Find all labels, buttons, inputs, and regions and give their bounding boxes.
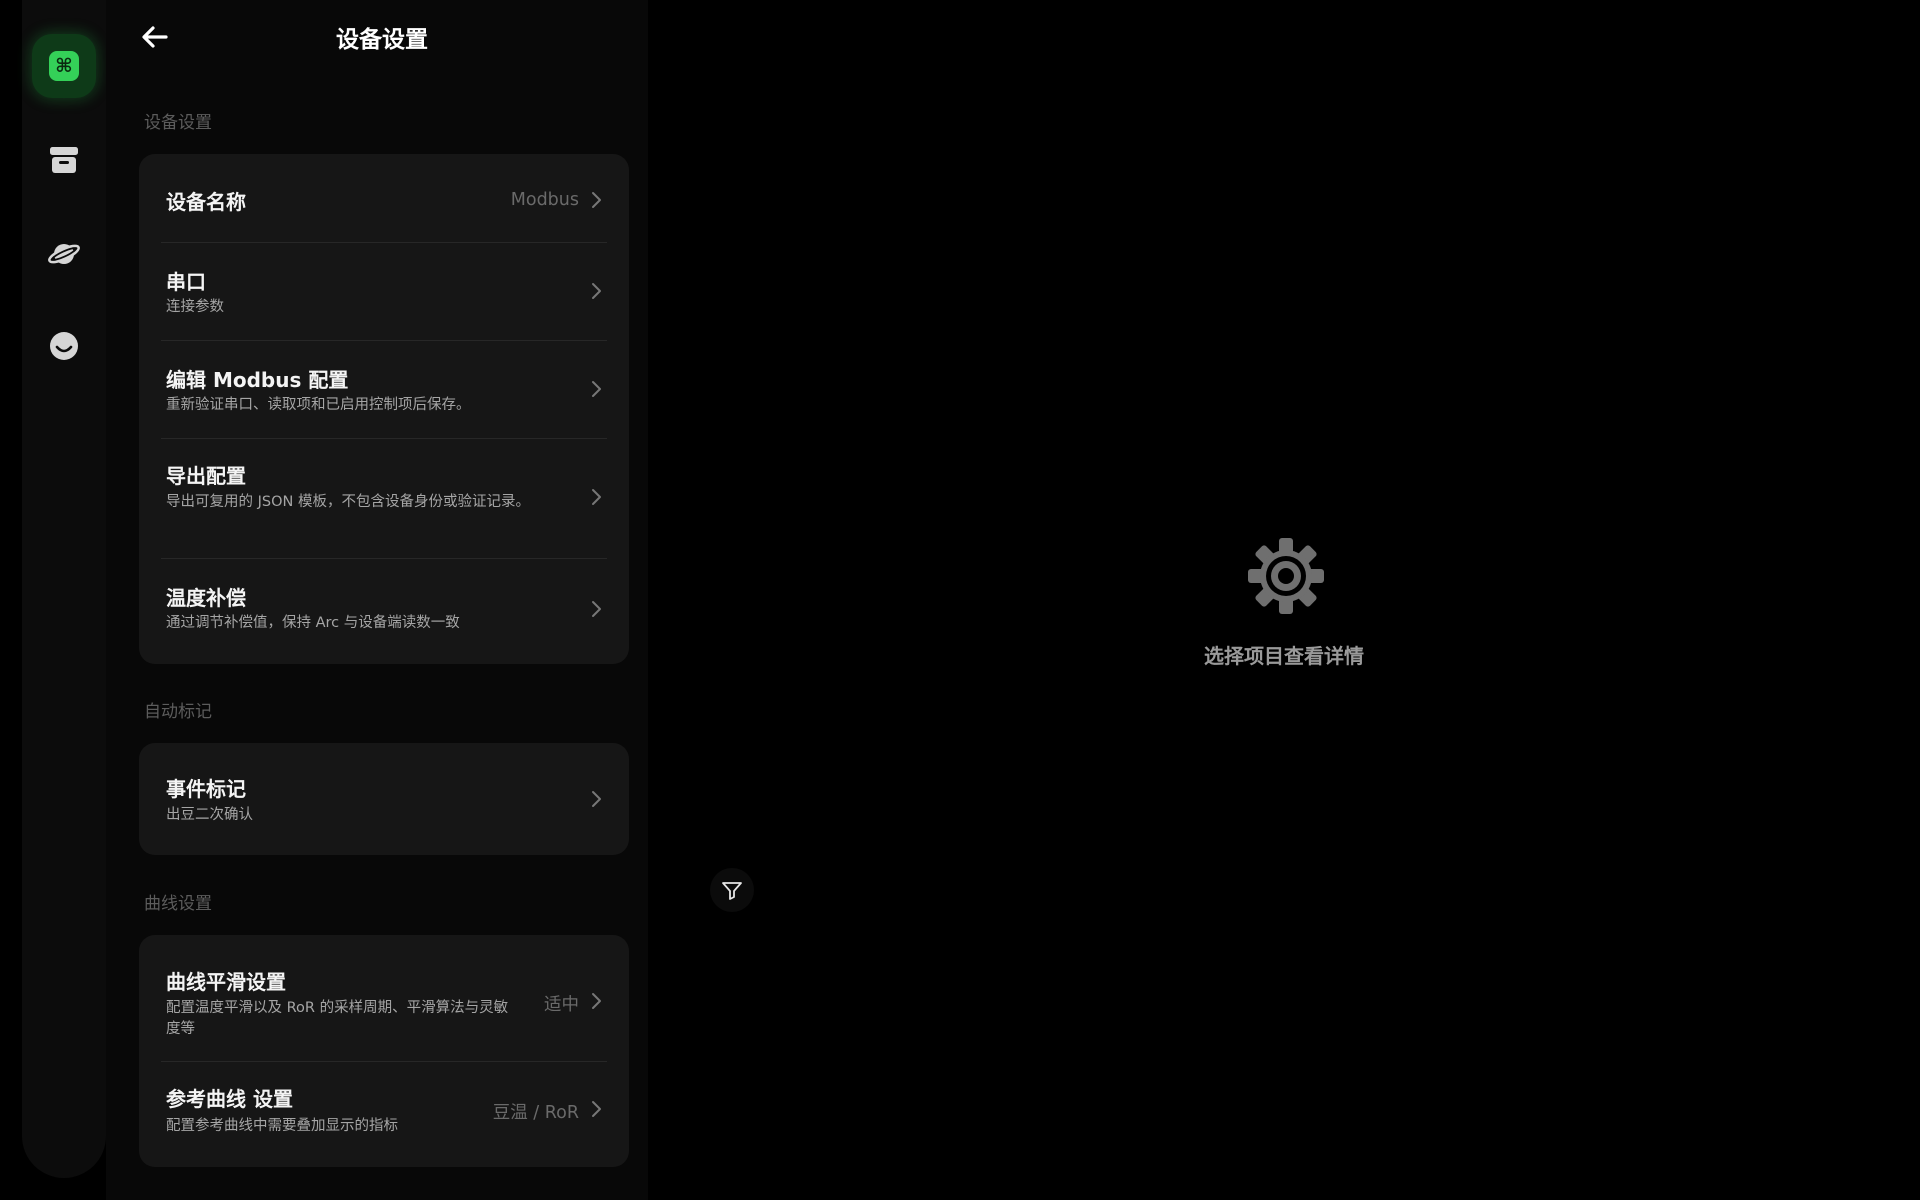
- sidebar-rail: ⌘: [22, 0, 106, 1178]
- page-title: 设备设置: [336, 27, 428, 53]
- smiley-face-icon: [50, 332, 78, 360]
- setting-item-subtitle: 出豆二次确认: [166, 807, 253, 823]
- detail-pane: 选择项目查看详情: [648, 0, 1920, 1200]
- setting-item-title: 温度补偿: [166, 586, 246, 610]
- setting-item-export-config[interactable]: 导出配置 导出可复用的 JSON 模板，不包含设备身份或验证记录。: [139, 438, 629, 558]
- empty-state-text: 选择项目查看详情: [1204, 644, 1364, 668]
- setting-item-subtitle: 通过调节补偿值，保持 Arc 与设备端读数一致: [166, 615, 460, 631]
- setting-item-title: 导出配置: [166, 464, 246, 488]
- setting-item-event-mark[interactable]: 事件标记 出豆二次确认: [139, 743, 629, 855]
- settings-card-auto-mark: 事件标记 出豆二次确认: [139, 743, 629, 855]
- setting-item-title: 参考曲线 设置: [166, 1087, 293, 1111]
- setting-item-value: Modbus: [510, 190, 579, 210]
- setting-item-subtitle: 配置温度平滑以及 RoR 的采样周期、平滑算法与灵敏度等: [166, 1000, 509, 1037]
- setting-item-value: 豆温 / RoR: [492, 1103, 579, 1123]
- settings-card-curve: 曲线平滑设置 配置温度平滑以及 RoR 的采样周期、平滑算法与灵敏度等 适中 参…: [139, 935, 629, 1167]
- chevron-right-icon: [592, 489, 601, 505]
- chevron-right-icon: [592, 993, 601, 1009]
- chevron-right-icon: [592, 1101, 601, 1117]
- setting-item-subtitle: 重新验证串口、读取项和已启用控制项后保存。: [166, 397, 471, 413]
- setting-item-title: 曲线平滑设置: [166, 970, 286, 994]
- setting-item-title: 事件标记: [166, 777, 246, 801]
- setting-item-value: 适中: [544, 995, 579, 1015]
- rail-command-button[interactable]: ⌘: [32, 34, 96, 98]
- rail-planet-button[interactable]: [32, 222, 96, 286]
- rail-archive-button[interactable]: [32, 128, 96, 192]
- setting-item-serial-port[interactable]: 串口 连接参数: [139, 242, 629, 340]
- gear-icon: [1248, 538, 1324, 614]
- setting-item-temperature-compensation[interactable]: 温度补偿 通过调节补偿值，保持 Arc 与设备端读数一致: [139, 558, 629, 664]
- chevron-right-icon: [592, 283, 601, 299]
- setting-item-device-name[interactable]: 设备名称 Modbus: [139, 154, 629, 242]
- chevron-right-icon: [592, 381, 601, 397]
- section-label-auto-mark: 自动标记: [144, 702, 212, 722]
- command-icon: ⌘: [49, 51, 79, 81]
- archive-box-icon: [50, 147, 78, 173]
- setting-item-title: 串口: [166, 270, 206, 294]
- back-button[interactable]: [140, 22, 176, 52]
- settings-card-device: 设备名称 Modbus 串口 连接参数 编辑 Modbus 配置 重新验证串口、…: [139, 154, 629, 664]
- chevron-right-icon: [592, 791, 601, 807]
- setting-item-title: 设备名称: [166, 190, 246, 214]
- section-label-device: 设备设置: [144, 113, 212, 133]
- filter-funnel-icon: [722, 882, 742, 900]
- chevron-right-icon: [592, 601, 601, 617]
- setting-item-subtitle: 连接参数: [166, 299, 224, 315]
- setting-item-subtitle: 导出可复用的 JSON 模板，不包含设备身份或验证记录。: [166, 494, 530, 510]
- planet-icon: [48, 244, 80, 264]
- setting-item-subtitle: 配置参考曲线中需要叠加显示的指标: [166, 1118, 398, 1134]
- setting-item-curve-smoothing[interactable]: 曲线平滑设置 配置温度平滑以及 RoR 的采样周期、平滑算法与灵敏度等 适中: [139, 935, 629, 1061]
- settings-panel: 设备设置 设备设置 设备名称 Modbus 串口 连接参数 编辑 Modbus …: [106, 0, 648, 1200]
- chevron-right-icon: [592, 192, 601, 208]
- setting-item-title: 编辑 Modbus 配置: [166, 368, 349, 392]
- setting-item-edit-modbus[interactable]: 编辑 Modbus 配置 重新验证串口、读取项和已启用控制项后保存。: [139, 340, 629, 438]
- rail-profile-button[interactable]: [32, 314, 96, 378]
- filter-button[interactable]: [710, 868, 754, 912]
- setting-item-reference-curve[interactable]: 参考曲线 设置 配置参考曲线中需要叠加显示的指标 豆温 / RoR: [139, 1061, 629, 1167]
- arrow-left-icon: [142, 26, 168, 48]
- section-label-curve: 曲线设置: [144, 894, 212, 914]
- panel-header: 设备设置: [106, 0, 648, 76]
